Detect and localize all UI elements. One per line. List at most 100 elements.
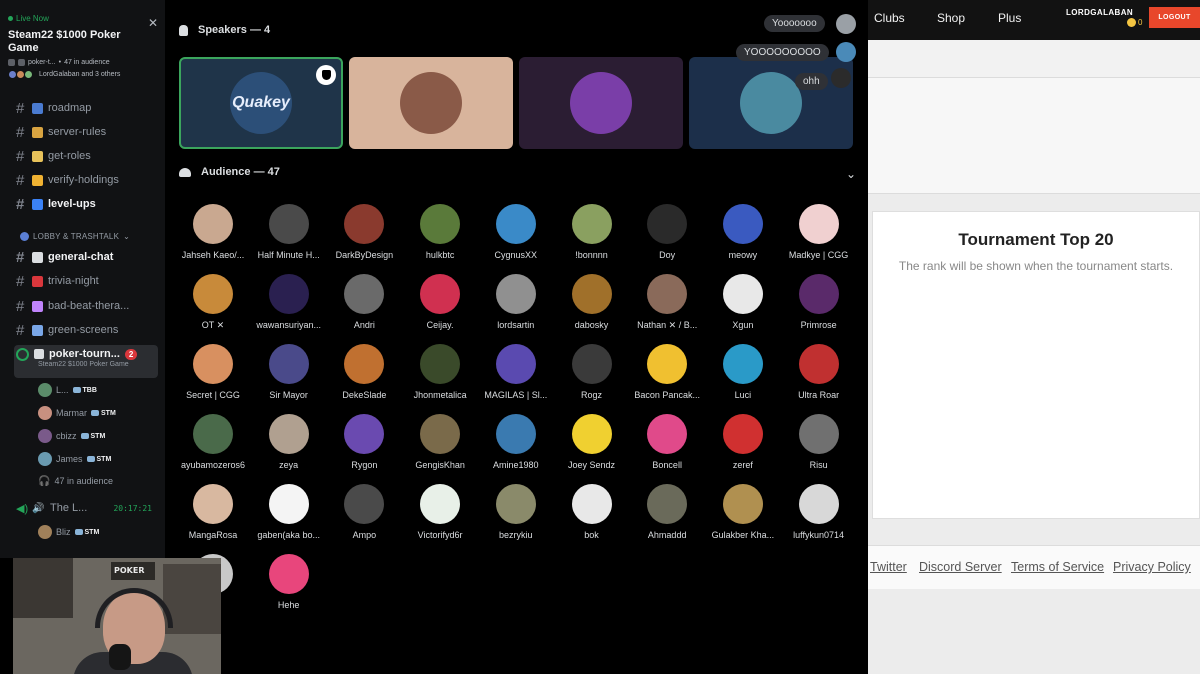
audience-member[interactable]: zeya [249, 414, 329, 470]
speaker-tile[interactable] [519, 57, 683, 149]
audience-member-name: Jahseh Kaeo/... [181, 250, 245, 260]
audience-member[interactable]: Risu [779, 414, 859, 470]
audience-member-name: Jhonmetalica [413, 390, 467, 400]
audience-member[interactable]: Ampo [324, 484, 404, 540]
audience-member[interactable]: Amine1980 [476, 414, 556, 470]
footer-link-twitter[interactable]: Twitter [870, 560, 907, 574]
voice-user[interactable]: L... TBB [38, 381, 97, 399]
audience-member[interactable]: hulkbtc [400, 204, 480, 260]
avatar [495, 274, 536, 314]
audience-member[interactable]: Primrose [779, 274, 859, 330]
channel-trivia-night[interactable]: # trivia-night [16, 271, 164, 291]
hash-icon: # [16, 297, 25, 315]
speaker-tile[interactable]: Quakey [179, 57, 343, 149]
avatar [193, 274, 233, 314]
voice-user[interactable]: Marmar STM [38, 404, 116, 422]
audience-member[interactable]: lordsartin [476, 274, 556, 330]
audience-member[interactable]: Jahseh Kaeo/... [173, 204, 253, 260]
audience-member[interactable]: !bonnnn [552, 204, 632, 260]
audience-member[interactable]: MangaRosa [173, 484, 253, 540]
audience-member[interactable]: bezrykiu [476, 484, 556, 540]
audience-member[interactable]: gaben(aka bo... [249, 484, 329, 540]
audience-member[interactable]: Madkye | CGG [779, 204, 859, 260]
audience-member[interactable]: GengisKhan [400, 414, 480, 470]
audience-member[interactable]: luffykun0714 [779, 484, 859, 540]
audience-member[interactable]: Luci [703, 344, 783, 400]
channel-level-ups[interactable]: # level-ups [16, 194, 164, 214]
footer-link-discord[interactable]: Discord Server [919, 560, 1002, 574]
speaker-tile[interactable] [689, 57, 853, 149]
audience-member[interactable]: Jhonmetalica [400, 344, 480, 400]
nav-clubs[interactable]: Clubs [874, 11, 905, 25]
speaker-tile[interactable] [349, 57, 513, 149]
avatar [344, 274, 385, 314]
footer-link-terms[interactable]: Terms of Service [1011, 560, 1104, 574]
audience-member[interactable]: Sir Mayor [249, 344, 329, 400]
chevron-down-icon[interactable]: ⌄ [846, 167, 856, 181]
audience-member[interactable]: Andri [324, 274, 404, 330]
tournament-title: Tournament Top 20 [958, 230, 1114, 249]
channel-general-chat[interactable]: # general-chat [16, 247, 164, 267]
audience-member[interactable]: Bacon Pancak... [627, 344, 707, 400]
audience-member[interactable]: Ceijay. [400, 274, 480, 330]
channel-green-screens[interactable]: # green-screens [16, 320, 164, 340]
nav-shop[interactable]: Shop [937, 11, 965, 25]
audience-member[interactable]: Ultra Roar [779, 344, 859, 400]
logout-button[interactable]: LOGOUT [1149, 7, 1200, 28]
audience-member-name: DekeSlade [342, 390, 387, 400]
channel-label: get-roles [48, 150, 91, 162]
audience-member[interactable]: bok [552, 484, 632, 540]
channel-get-roles[interactable]: # get-roles [16, 146, 164, 166]
audience-member[interactable]: OT ✕ [173, 274, 253, 331]
channel-voice-other[interactable]: ◀) 🔊 The L... 20:17:21 [16, 498, 164, 518]
audience-member[interactable]: Xgun [703, 274, 783, 330]
audience-member[interactable]: Ahmaddd [627, 484, 707, 540]
audience-member[interactable]: Joey Sendz [552, 414, 632, 470]
voice-user[interactable]: James STM [38, 450, 111, 468]
audience-member[interactable]: Hehe [249, 554, 329, 610]
audience-member[interactable]: DarkByDesign [324, 204, 404, 260]
voice-user[interactable]: Bliz STM [38, 523, 99, 541]
speaker-logo-text: Quakey [232, 94, 290, 111]
live-stage-card[interactable]: Live Now ✕ Steam22 $1000 Poker Game poke… [8, 14, 158, 102]
audience-member[interactable]: Gulakber Kha... [703, 484, 783, 540]
audience-member[interactable]: meowy [703, 204, 783, 260]
channel-verify-holdings[interactable]: # verify-holdings [16, 170, 164, 190]
nav-plus[interactable]: Plus [998, 11, 1021, 25]
avatar [836, 14, 856, 34]
audience-member[interactable]: Nathan ✕ / B... [627, 274, 707, 331]
audience-member[interactable]: Half Minute H... [249, 204, 329, 260]
close-icon[interactable]: ✕ [148, 16, 158, 30]
voice-user-name: cbizz [56, 431, 77, 441]
channel-roadmap[interactable]: # roadmap [16, 98, 164, 118]
audience-member[interactable]: MAGILAS | Sl... [476, 344, 556, 400]
audience-member[interactable]: wawansuriyan... [249, 274, 329, 330]
audience-member[interactable]: CygnusXX [476, 204, 556, 260]
audience-member[interactable]: dabosky [552, 274, 632, 330]
avatar [836, 42, 856, 62]
audience-member[interactable]: Secret | CGG [173, 344, 253, 400]
audience-member[interactable]: Victorifyd6r [400, 484, 480, 540]
username[interactable]: LORDGALABAN [1066, 8, 1133, 17]
footer-link-privacy[interactable]: Privacy Policy [1113, 560, 1191, 574]
channel-poker-tournament[interactable]: poker-tourn... 2 Steam22 $1000 Poker Gam… [14, 345, 158, 378]
avatar [571, 344, 612, 384]
coin-count: 0 [1138, 18, 1143, 27]
wall-poster [13, 558, 73, 618]
channel-bad-beat[interactable]: # bad-beat-thera... [16, 296, 164, 316]
voice-user[interactable]: cbizz STM [38, 427, 105, 445]
category-lobby[interactable]: LOBBY & TRASHTALK ⌄ [20, 232, 130, 241]
audience-member[interactable]: zeref [703, 414, 783, 470]
avatar [495, 484, 536, 524]
audience-member[interactable]: Rygon [324, 414, 404, 470]
channel-server-rules[interactable]: # server-rules [16, 122, 164, 142]
audience-member[interactable]: Doy [627, 204, 707, 260]
speaker-avatar: Quakey [230, 72, 292, 134]
audience-member[interactable]: Rogz [552, 344, 632, 400]
audience-member[interactable]: Boncell [627, 414, 707, 470]
channel-emoji-icon [34, 349, 44, 359]
audience-member[interactable]: ayubamozeros6 [173, 414, 253, 470]
channel-label: green-screens [48, 324, 119, 336]
audience-member[interactable]: DekeSlade [324, 344, 404, 400]
audience-count-row[interactable]: 🎧 47 in audience [38, 472, 113, 490]
